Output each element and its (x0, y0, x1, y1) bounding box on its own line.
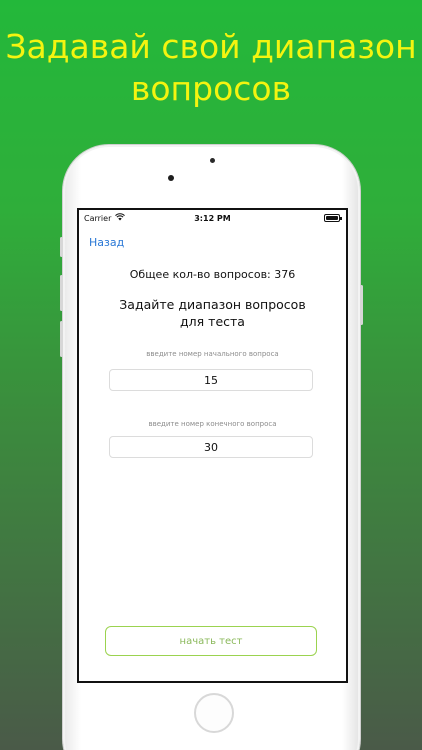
phone-screen: Carrier 3:12 PM Назад Общее кол-во вопро… (77, 208, 348, 683)
promo-headline: Задавай свой диапазон вопросов (0, 26, 422, 110)
back-button[interactable]: Назад (89, 236, 124, 249)
start-question-hint: введите номер начального вопроса (146, 350, 279, 358)
promo-headline-line2: вопросов (130, 69, 292, 108)
phone-frame: Carrier 3:12 PM Назад Общее кол-во вопро… (60, 145, 363, 750)
status-bar: Carrier 3:12 PM (79, 210, 346, 226)
phone-mute-switch (60, 237, 63, 257)
phone-volume-down (60, 321, 63, 357)
start-test-button[interactable]: начать тест (105, 626, 317, 656)
total-questions-label: Общее кол-во вопросов: 376 (129, 268, 296, 281)
promo-headline-line1: Задавай свой диапазон (5, 27, 417, 66)
phone-volume-up (60, 275, 63, 311)
phone-sensor (210, 158, 215, 163)
range-prompt-line1: Задайте диапазон вопросов (119, 297, 306, 312)
phone-power-button (360, 285, 363, 325)
phone-camera (168, 175, 174, 181)
range-prompt-line2: для теста (180, 314, 245, 329)
range-prompt: Задайте диапазон вопросов для теста (79, 296, 346, 330)
home-button (194, 693, 234, 733)
start-question-input[interactable] (109, 369, 313, 391)
end-question-hint: введите номер конечного вопроса (148, 420, 277, 428)
end-question-input[interactable] (109, 436, 313, 458)
battery-icon (324, 214, 342, 222)
status-time: 3:12 PM (194, 214, 231, 223)
